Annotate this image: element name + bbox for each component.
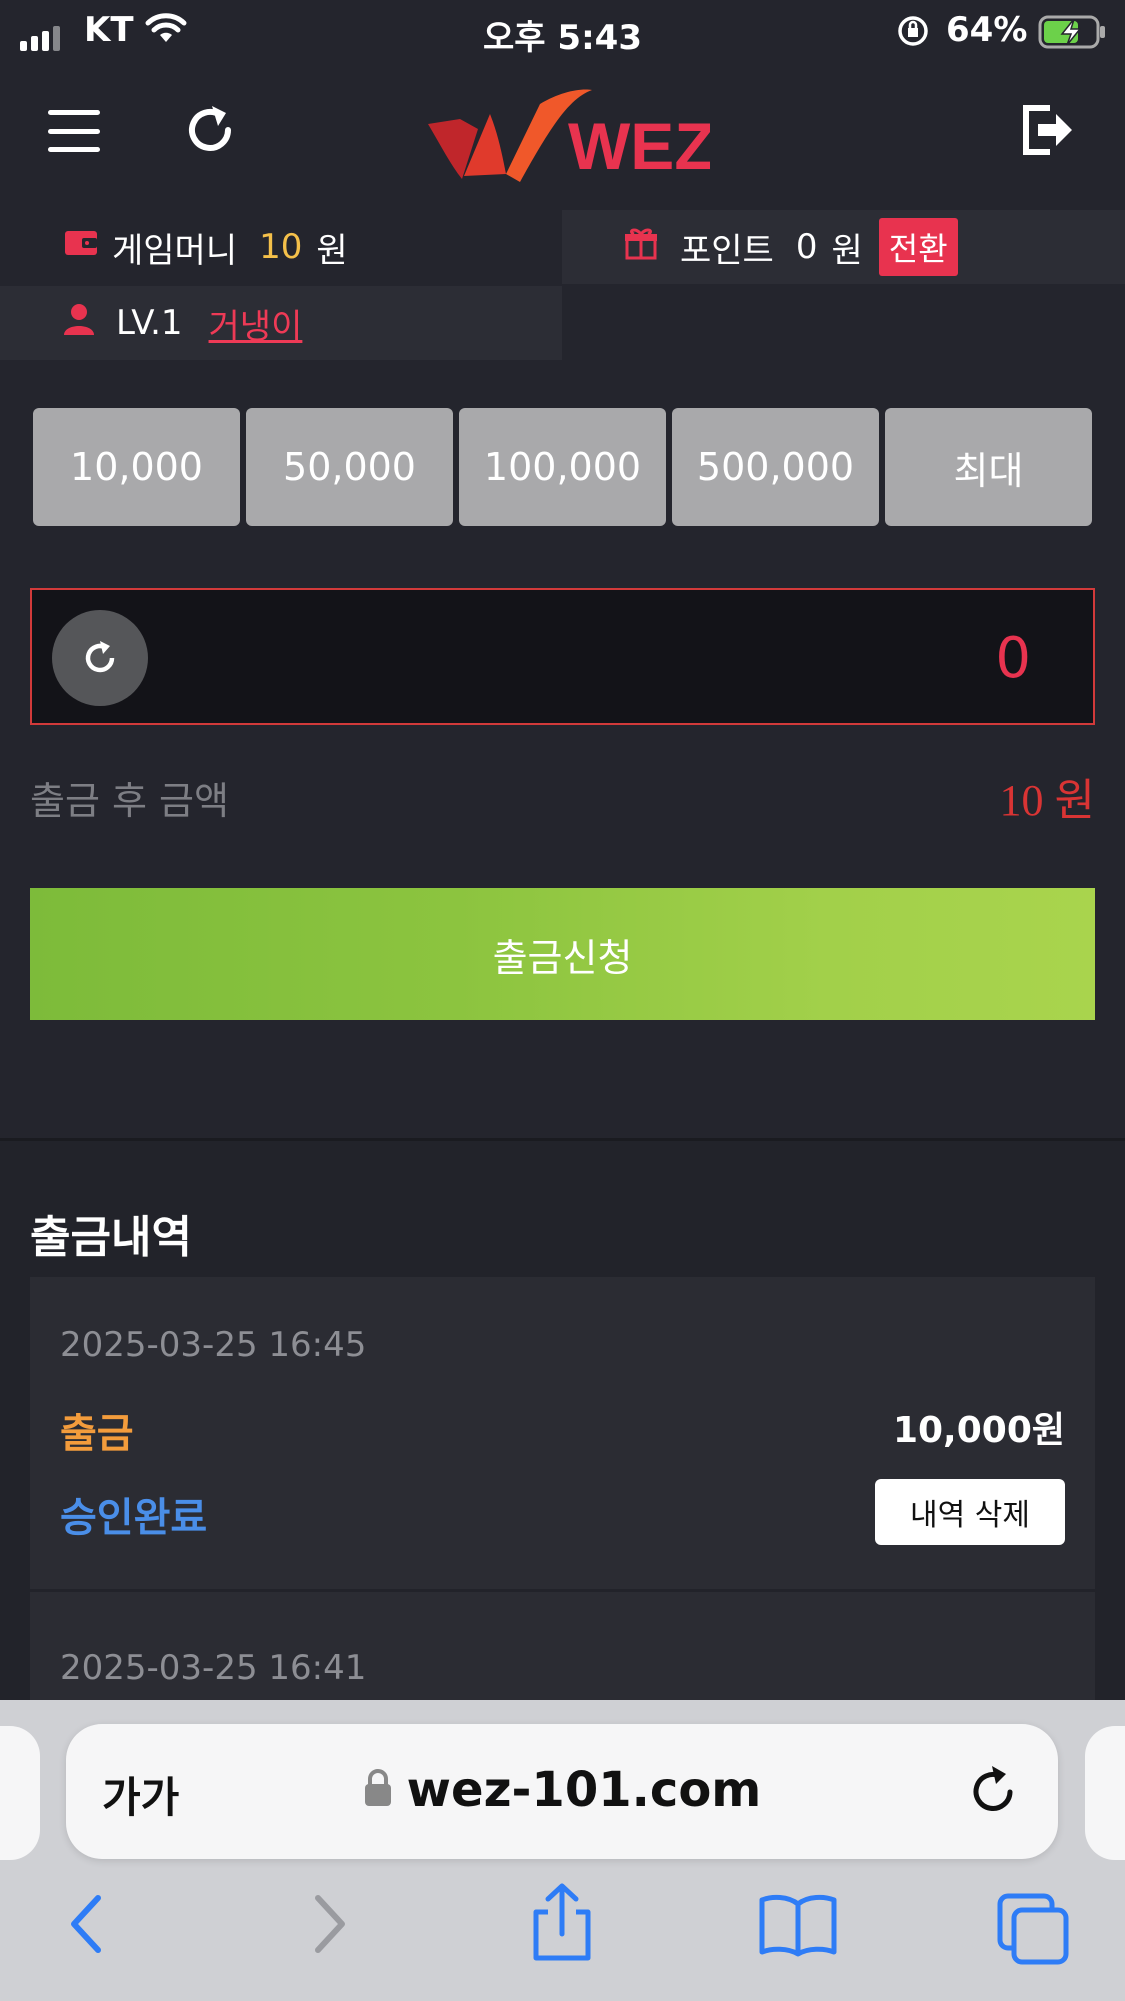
forward-icon[interactable] [308,1892,352,1960]
point-bar: 포인트 0 원 전환 [562,210,1125,284]
withdraw-amount-input[interactable]: 0 [30,588,1095,725]
battery-icon [1038,14,1108,54]
user-icon [64,303,94,344]
share-icon[interactable] [528,1882,596,1966]
history-item: 2025-03-25 16:45 출금 10,000원 승인완료 내역 삭제 [30,1277,1095,1589]
amount-buttons: 10,000 50,000 100,000 500,000 최대 [33,408,1092,526]
rotation-lock-icon [896,14,930,52]
point-unit: 원 [831,230,863,271]
withdraw-submit-button[interactable]: 출금신청 [30,888,1095,1020]
level-bar: LV.1 거냉이 [0,286,562,360]
history-item: 2025-03-25 16:41 [30,1592,1095,1712]
bookmarks-icon[interactable] [758,1892,838,1962]
after-withdraw-value: 10 원 [999,776,1095,825]
point-value: 0 [795,227,818,267]
after-withdraw-label: 출금 후 금액 [30,779,229,823]
reset-icon[interactable] [52,610,148,706]
convert-button[interactable]: 전환 [878,218,958,276]
amount-button-max[interactable]: 최대 [885,408,1092,526]
amount-button-50000[interactable]: 50,000 [246,408,453,526]
game-money-unit: 원 [316,230,348,271]
logo[interactable]: WEZ [420,84,715,188]
reload-icon[interactable] [966,1762,1020,1822]
logo-text: WEZ [568,109,710,183]
nickname-link[interactable]: 거냉이 [209,299,303,348]
history-status: 승인완료 [60,1495,208,1541]
gift-icon [624,226,658,269]
status-bar: KT 오후 5:43 64% [0,0,1125,62]
logout-icon[interactable] [1020,102,1076,162]
level-label: LV.1 [116,303,183,343]
refresh-icon[interactable] [180,100,240,164]
history-date: 2025-03-25 16:45 [60,1325,367,1365]
battery-percent: 64% [946,10,1028,50]
address-bar[interactable]: 가가 wez-101.com [66,1724,1058,1859]
previous-tab-preview[interactable] [0,1726,40,1860]
withdraw-amount-value: 0 [995,626,1031,691]
delete-history-button[interactable]: 내역 삭제 [875,1479,1065,1545]
menu-icon[interactable] [48,110,100,152]
game-money-bar: 게임머니 10 원 [0,210,562,284]
lock-icon [363,1768,393,1812]
game-money-label: 게임머니 [112,230,238,271]
amount-button-100000[interactable]: 100,000 [459,408,666,526]
history-title: 출금내역 [30,1212,192,1263]
history-date: 2025-03-25 16:41 [60,1648,367,1688]
amount-button-10000[interactable]: 10,000 [33,408,240,526]
wallet-icon [64,227,98,267]
history-type: 출금 [60,1411,134,1457]
game-money-value: 10 [259,227,303,267]
amount-button-500000[interactable]: 500,000 [672,408,879,526]
app-header: WEZ [0,62,1125,210]
point-label: 포인트 [680,230,774,271]
back-icon[interactable] [64,1892,108,1960]
url-text: wez-101.com [406,1762,762,1818]
tabs-icon[interactable] [996,1892,1072,1972]
browser-toolbar [0,1878,1125,1988]
browser-bottom-bar: 가가 wez-101.com [0,1700,1125,2001]
next-tab-preview[interactable] [1085,1726,1125,1860]
history-amount: 10,000원 [892,1410,1065,1451]
